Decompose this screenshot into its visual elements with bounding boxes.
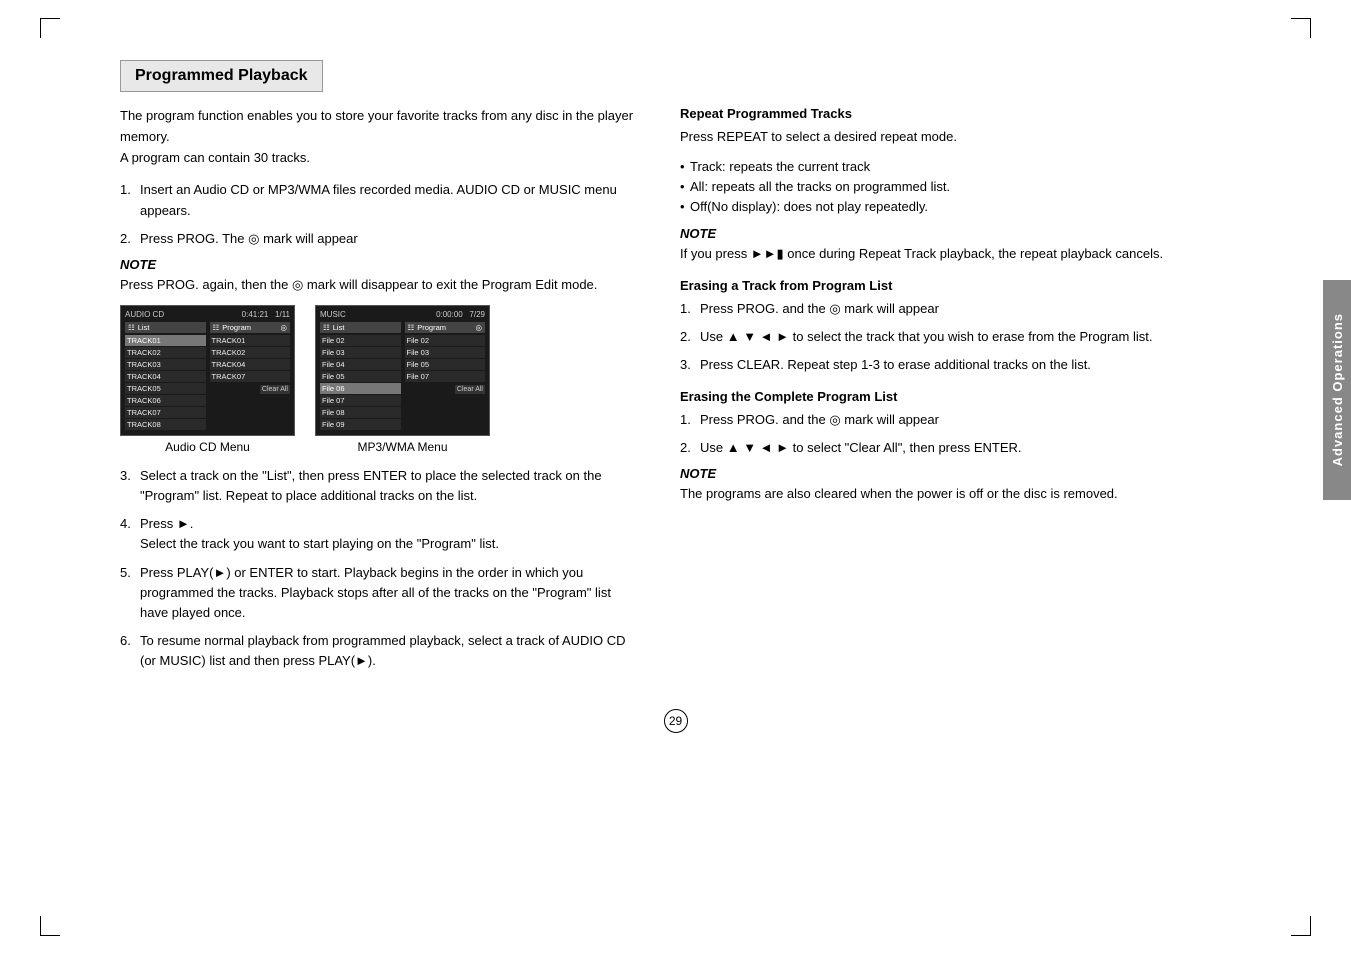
list-col-audio: ☷List TRACK01 TRACK02 TRACK03 TRACK04 TR… bbox=[125, 322, 206, 431]
page-number-area: 29 bbox=[120, 709, 1231, 733]
note-label-1: NOTE bbox=[120, 257, 640, 272]
screen-header-mp3: MUSIC 0:00:00 7/29 bbox=[320, 310, 485, 319]
repeat-note-text: If you press ►►▮ once during Repeat Trac… bbox=[680, 244, 1200, 264]
erase-step-2: 2. Use ▲ ▼ ◄ ► to select the track that … bbox=[680, 327, 1200, 347]
prog-col-audio: ☷Program◎ TRACK01 TRACK02 TRACK04 TRACK0… bbox=[210, 322, 291, 431]
list-col-header-audio: ☷List bbox=[125, 322, 206, 333]
repeat-bullet-1: Track: repeats the current track bbox=[680, 157, 1200, 177]
section-title: Programmed Playback bbox=[135, 67, 308, 84]
repeat-title: Repeat Programmed Tracks bbox=[680, 106, 1200, 121]
list-col-mp3: ☷List File 02 File 03 File 04 File 05 Fi… bbox=[320, 322, 401, 431]
corner-mark-bl bbox=[40, 916, 60, 936]
step-4: 4. Press ►.Select the track you want to … bbox=[120, 514, 640, 554]
erase-complete-step-2: 2. Use ▲ ▼ ◄ ► to select "Clear All", th… bbox=[680, 438, 1200, 458]
screen-time-audio: 0:41:21 1/11 bbox=[242, 310, 290, 319]
note-text-1: Press PROG. again, then the ◎ mark will … bbox=[120, 275, 640, 295]
prog-col-mp3: ☷Program◎ File 02 File 03 File 05 File 0… bbox=[405, 322, 486, 431]
erase-track-steps: 1. Press PROG. and the ◎ mark will appea… bbox=[680, 299, 1200, 375]
left-column: The program function enables you to stor… bbox=[120, 106, 640, 679]
two-column-layout: The program function enables you to stor… bbox=[120, 106, 1231, 679]
list-col-header-mp3: ☷List bbox=[320, 322, 401, 333]
prog-col-header-audio: ☷Program◎ bbox=[210, 322, 291, 333]
erase-step-1: 1. Press PROG. and the ◎ mark will appea… bbox=[680, 299, 1200, 319]
repeat-bullets: Track: repeats the current track All: re… bbox=[680, 157, 1200, 217]
page-number: 29 bbox=[664, 709, 688, 733]
audio-track-08: TRACK08 bbox=[125, 419, 206, 430]
audio-prog-02: TRACK02 bbox=[210, 347, 291, 358]
page-container: Advanced Operations Programmed Playback … bbox=[0, 0, 1351, 954]
repeat-intro: Press REPEAT to select a desired repeat … bbox=[680, 127, 1200, 147]
erase-complete-steps: 1. Press PROG. and the ◎ mark will appea… bbox=[680, 410, 1200, 458]
bottom-note-text: The programs are also cleared when the p… bbox=[680, 484, 1200, 504]
mp3-prog-07: File 07 bbox=[405, 371, 486, 382]
bottom-note-label: NOTE bbox=[680, 466, 1200, 481]
audio-track-07: TRACK07 bbox=[125, 407, 206, 418]
screen-cols-audio: ☷List TRACK01 TRACK02 TRACK03 TRACK04 TR… bbox=[125, 322, 290, 431]
step-5: 5. Press PLAY(►) or ENTER to start. Play… bbox=[120, 563, 640, 623]
audio-prog-01: TRACK01 bbox=[210, 335, 291, 346]
prog-col-header-mp3: ☷Program◎ bbox=[405, 322, 486, 333]
audio-track-06: TRACK06 bbox=[125, 395, 206, 406]
audio-prog-07: TRACK07 bbox=[210, 371, 291, 382]
audio-track-05: TRACK05 bbox=[125, 383, 206, 394]
audio-track-04: TRACK04 bbox=[125, 371, 206, 382]
screen-title-audio: AUDIO CD bbox=[125, 310, 164, 319]
main-content: Programmed Playback The program function… bbox=[120, 60, 1231, 733]
right-column: Repeat Programmed Tracks Press REPEAT to… bbox=[680, 106, 1200, 679]
step-2: 2. Press PROG. The ◎ mark will appear bbox=[120, 229, 640, 249]
corner-mark-tr bbox=[1291, 18, 1311, 38]
erase-complete-title: Erasing the Complete Program List bbox=[680, 389, 1200, 404]
step-6: 6. To resume normal playback from progra… bbox=[120, 631, 640, 671]
corner-mark-tl bbox=[40, 18, 60, 38]
corner-mark-br bbox=[1291, 916, 1311, 936]
mp3-file-05: File 05 bbox=[320, 371, 401, 382]
audio-cd-screen-wrapper: AUDIO CD 0:41:21 1/11 ☷List TRACK01 TRAC… bbox=[120, 305, 295, 454]
mp3-file-09: File 09 bbox=[320, 419, 401, 430]
mp3-screen-wrapper: MUSIC 0:00:00 7/29 ☷List File 02 File 03 bbox=[315, 305, 490, 454]
erase-step-3: 3. Press CLEAR. Repeat step 1-3 to erase… bbox=[680, 355, 1200, 375]
erase-track-title: Erasing a Track from Program List bbox=[680, 278, 1200, 293]
audio-clear-btn: Clear All bbox=[260, 385, 290, 394]
mp3-prog-05: File 05 bbox=[405, 359, 486, 370]
mp3-file-08: File 08 bbox=[320, 407, 401, 418]
section-title-box: Programmed Playback bbox=[120, 60, 323, 92]
audio-prog-04: TRACK04 bbox=[210, 359, 291, 370]
screens-container: AUDIO CD 0:41:21 1/11 ☷List TRACK01 TRAC… bbox=[120, 305, 640, 454]
audio-track-02: TRACK02 bbox=[125, 347, 206, 358]
audio-track-01: TRACK01 bbox=[125, 335, 206, 346]
erase-complete-step-1: 1. Press PROG. and the ◎ mark will appea… bbox=[680, 410, 1200, 430]
side-tab: Advanced Operations bbox=[1323, 280, 1351, 500]
repeat-bullet-3: Off(No display): does not play repeatedl… bbox=[680, 197, 1200, 217]
mp3-screen-label: MP3/WMA Menu bbox=[357, 440, 447, 454]
mp3-prog-03: File 03 bbox=[405, 347, 486, 358]
step-1: 1. Insert an Audio CD or MP3/WMA files r… bbox=[120, 180, 640, 220]
steps-list-2: 3. Select a track on the "List", then pr… bbox=[120, 466, 640, 671]
steps-list-1: 1. Insert an Audio CD or MP3/WMA files r… bbox=[120, 180, 640, 248]
mp3-file-04: File 04 bbox=[320, 359, 401, 370]
repeat-bullet-2: All: repeats all the tracks on programme… bbox=[680, 177, 1200, 197]
intro-line1: The program function enables you to stor… bbox=[120, 106, 640, 168]
audio-screen-label: Audio CD Menu bbox=[165, 440, 250, 454]
mp3-clear-btn: Clear All bbox=[455, 385, 485, 394]
audio-track-03: TRACK03 bbox=[125, 359, 206, 370]
screen-title-mp3: MUSIC bbox=[320, 310, 346, 319]
mp3-file-07: File 07 bbox=[320, 395, 401, 406]
repeat-note-label: NOTE bbox=[680, 226, 1200, 241]
mp3-screen: MUSIC 0:00:00 7/29 ☷List File 02 File 03 bbox=[315, 305, 490, 436]
mp3-file-03: File 03 bbox=[320, 347, 401, 358]
screen-header-audio: AUDIO CD 0:41:21 1/11 bbox=[125, 310, 290, 319]
screen-cols-mp3: ☷List File 02 File 03 File 04 File 05 Fi… bbox=[320, 322, 485, 431]
screen-time-mp3: 0:00:00 7/29 bbox=[436, 310, 485, 319]
mp3-file-02: File 02 bbox=[320, 335, 401, 346]
mp3-prog-02: File 02 bbox=[405, 335, 486, 346]
side-tab-label: Advanced Operations bbox=[1330, 313, 1345, 466]
audio-cd-screen: AUDIO CD 0:41:21 1/11 ☷List TRACK01 TRAC… bbox=[120, 305, 295, 436]
step-3: 3. Select a track on the "List", then pr… bbox=[120, 466, 640, 506]
mp3-file-06: File 06 bbox=[320, 383, 401, 394]
